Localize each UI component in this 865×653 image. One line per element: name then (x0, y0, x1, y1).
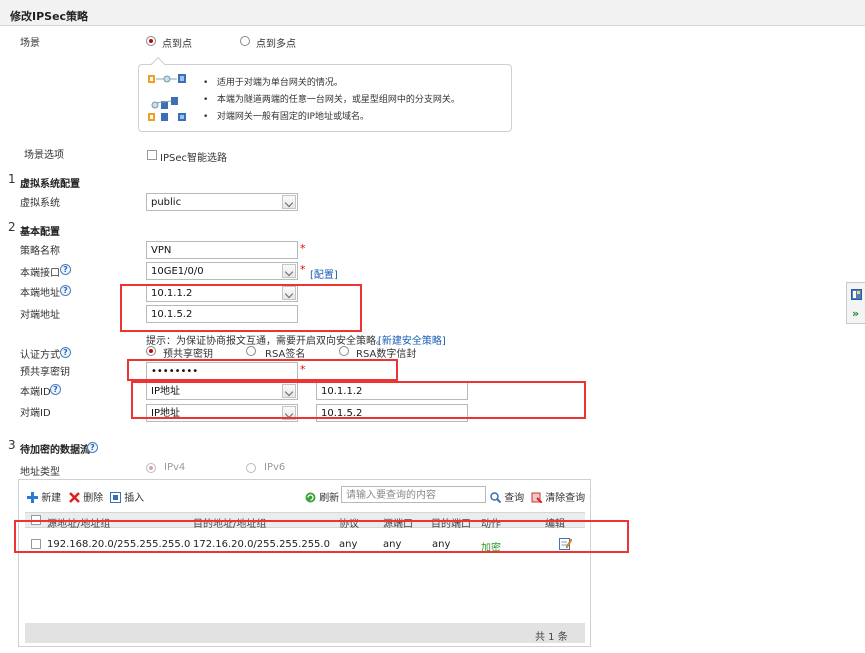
auth-rsa-envelope-label: RSA数字信封 (356, 349, 417, 360)
section-1-number: 1 (8, 172, 16, 186)
ipsec-smart-routing-label: IPSec智能选路 (160, 153, 227, 164)
insert-button-label: 插入 (124, 493, 145, 504)
expand-icon[interactable]: » (852, 307, 859, 320)
vsys-label: 虚拟系统 (20, 198, 60, 209)
highlight-box-id (131, 381, 586, 419)
ipv4-label: IPv4 (164, 462, 186, 473)
refresh-icon (305, 492, 316, 503)
local-id-label: 本端ID (20, 387, 51, 398)
peer-id-label: 对端ID (20, 408, 51, 419)
delete-button-label: 删除 (83, 493, 104, 504)
plus-icon (27, 492, 38, 503)
section-3-number: 3 (8, 438, 16, 452)
query-button[interactable]: 查询 (490, 489, 524, 504)
ipv6-label: IPv6 (264, 462, 286, 473)
highlight-box-address (120, 284, 362, 332)
address-type-label: 地址类型 (20, 467, 60, 478)
delete-button[interactable]: 删除 (69, 489, 103, 504)
section-3-title: 待加密的数据流 (20, 445, 90, 456)
policy-name-label: 策略名称 (20, 246, 60, 257)
delete-icon (69, 492, 80, 503)
search-input[interactable]: 请输入要查询的内容 (341, 486, 486, 503)
insert-icon (110, 492, 121, 503)
required-mark: * (300, 242, 306, 255)
info-bullet-1: • 适用于对端为单台网关的情况。 (203, 78, 343, 88)
peer-address-label: 对端地址 (20, 310, 60, 321)
help-icon[interactable]: ? (60, 264, 71, 275)
info-bullet-2: • 本端为隧道两端的任意一台网关，或星型组网中的分支网关。 (203, 95, 460, 105)
auth-rsa-sign-label: RSA签名 (265, 349, 306, 360)
clear-query-button-label: 清除查询 (545, 493, 586, 504)
auth-psk-label: 预共享密钥 (163, 349, 213, 360)
scene-info-box: • 适用于对端为单台网关的情况。 • 本端为隧道两端的任意一台网关，或星型组网中… (138, 56, 512, 132)
info-bullet-3: • 对端网关一般有固定的IP地址或域名。 (203, 112, 369, 122)
local-interface-select[interactable]: 10GE1/0/0 (146, 262, 298, 280)
auth-rsa-sign-radio[interactable] (246, 346, 256, 356)
help-icon[interactable]: ? (60, 285, 71, 296)
highlight-box-psk (127, 359, 398, 381)
local-interface-label: 本端接口 (20, 268, 60, 279)
auth-method-label: 认证方式 (20, 350, 60, 361)
scene-p2mp-label: 点到多点 (256, 39, 296, 50)
clear-query-button[interactable]: 清除查询 (531, 489, 585, 504)
search-icon (490, 492, 502, 504)
clear-icon (531, 492, 543, 504)
help-icon[interactable]: ? (50, 384, 61, 395)
ipv4-radio[interactable] (146, 463, 156, 473)
config-link[interactable]: [配置] (310, 266, 338, 281)
panel-icon (851, 289, 862, 300)
scene-p2p-label: 点到点 (162, 39, 192, 50)
ipv6-radio[interactable] (246, 463, 256, 473)
topology-diagram-icon (148, 74, 186, 121)
highlight-box-dataflow (14, 520, 629, 553)
chevron-down-icon (282, 264, 296, 278)
refresh-button-label: 刷新 (319, 493, 340, 504)
vsys-value: public (151, 197, 182, 208)
dataflow-grid: 新建 删除 插入 刷新 请输入要查询的内容 查询 清除查询 源地址/地址组 目的… (18, 479, 591, 647)
policy-name-input[interactable]: VPN (146, 241, 298, 259)
scene-options-label: 场景选项 (24, 150, 64, 161)
query-button-label: 查询 (504, 493, 525, 504)
total-count: 共 1 条 (535, 632, 568, 643)
scene-label: 场景 (20, 38, 40, 49)
local-interface-value: 10GE1/0/0 (151, 266, 204, 277)
help-icon[interactable]: ? (87, 442, 98, 453)
grid-footer (25, 623, 585, 643)
section-1-title: 虚拟系统配置 (20, 179, 80, 190)
required-mark: * (300, 263, 306, 276)
auth-rsa-envelope-radio[interactable] (339, 346, 349, 356)
section-2-number: 2 (8, 220, 16, 234)
scene-p2p-radio[interactable] (146, 36, 156, 46)
insert-button[interactable]: 插入 (110, 489, 144, 504)
chevron-down-icon (282, 195, 296, 209)
new-button-label: 新建 (41, 493, 62, 504)
psk-label: 预共享密钥 (20, 367, 70, 378)
new-button[interactable]: 新建 (27, 489, 61, 504)
help-icon[interactable]: ? (60, 347, 71, 358)
side-panel-tab[interactable]: » (846, 282, 865, 324)
auth-psk-radio[interactable] (146, 346, 156, 356)
page-title: 修改IPSec策略 (10, 10, 89, 23)
refresh-button[interactable]: 刷新 (305, 489, 339, 504)
title-bar (0, 0, 865, 26)
vsys-select[interactable]: public (146, 193, 298, 211)
local-address-label: 本端地址 (20, 288, 60, 299)
ipsec-smart-routing-checkbox[interactable] (147, 150, 157, 160)
section-2-title: 基本配置 (20, 227, 60, 238)
scene-p2mp-radio[interactable] (240, 36, 250, 46)
